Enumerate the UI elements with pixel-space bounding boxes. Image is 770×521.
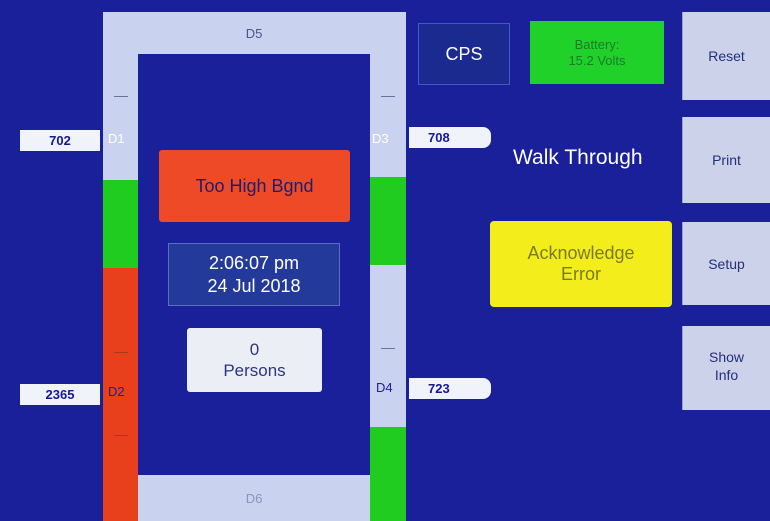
show-info-line1: Show — [708, 349, 745, 365]
tick-mark — [114, 435, 128, 436]
reset-button[interactable]: Reset — [682, 12, 770, 100]
d1-level-green — [103, 180, 138, 268]
tick-mark — [381, 96, 395, 97]
persons-count: 0 — [249, 340, 260, 359]
date-text: 24 Jul 2018 — [207, 275, 301, 296]
d6-panel: D6 — [138, 475, 370, 521]
d5-label: D5 — [245, 25, 263, 41]
left-detector-column — [103, 12, 138, 521]
d4-level-green — [370, 427, 406, 521]
d5-panel: D5 — [138, 12, 370, 54]
show-info-line2: Info — [714, 367, 739, 383]
d6-label: D6 — [245, 490, 263, 506]
detector-screen: D1 D2 702 2365 D5 D6 D3 D4 708 723 Too H… — [0, 0, 770, 521]
battery-value: 15.2 Volts — [568, 52, 626, 68]
d3-level-light — [370, 12, 406, 177]
datetime-display: 2:06:07 pm 24 Jul 2018 — [168, 243, 340, 306]
acknowledge-error-button[interactable]: Acknowledge Error — [490, 221, 672, 307]
persons-counter: 0 Persons — [187, 328, 322, 392]
right-detector-column — [370, 12, 406, 521]
persons-label: Persons — [223, 361, 286, 380]
d3-level-green — [370, 177, 406, 265]
print-button[interactable]: Print — [682, 117, 770, 203]
d4-label: D4 — [376, 380, 393, 395]
setup-button[interactable]: Setup — [682, 222, 770, 305]
acknowledge-line1: Acknowledge — [527, 243, 635, 263]
d4-value-text: 723 — [428, 381, 450, 396]
tick-mark — [114, 96, 128, 97]
tick-mark — [381, 348, 395, 349]
d3-label: D3 — [372, 131, 389, 146]
mode-label: Walk Through — [513, 146, 643, 169]
tick-mark — [114, 352, 128, 353]
alarm-status: Too High Bgnd — [159, 150, 350, 222]
d1-label: D1 — [108, 131, 125, 146]
battery-indicator: Battery: 15.2 Volts — [530, 21, 664, 84]
time-text: 2:06:07 pm — [208, 252, 300, 273]
battery-label: Battery: — [574, 36, 620, 52]
acknowledge-line2: Error — [561, 264, 601, 284]
d2-label: D2 — [108, 384, 125, 399]
d4-level-light — [370, 265, 406, 427]
d1-value: 702 — [20, 130, 100, 151]
cps-button[interactable]: CPS — [418, 23, 510, 85]
d4-value: 723 — [409, 378, 491, 399]
show-info-button[interactable]: Show Info — [682, 326, 770, 410]
d3-value-text: 708 — [428, 130, 450, 145]
d2-value: 2365 — [20, 384, 100, 405]
d3-value: 708 — [409, 127, 491, 148]
